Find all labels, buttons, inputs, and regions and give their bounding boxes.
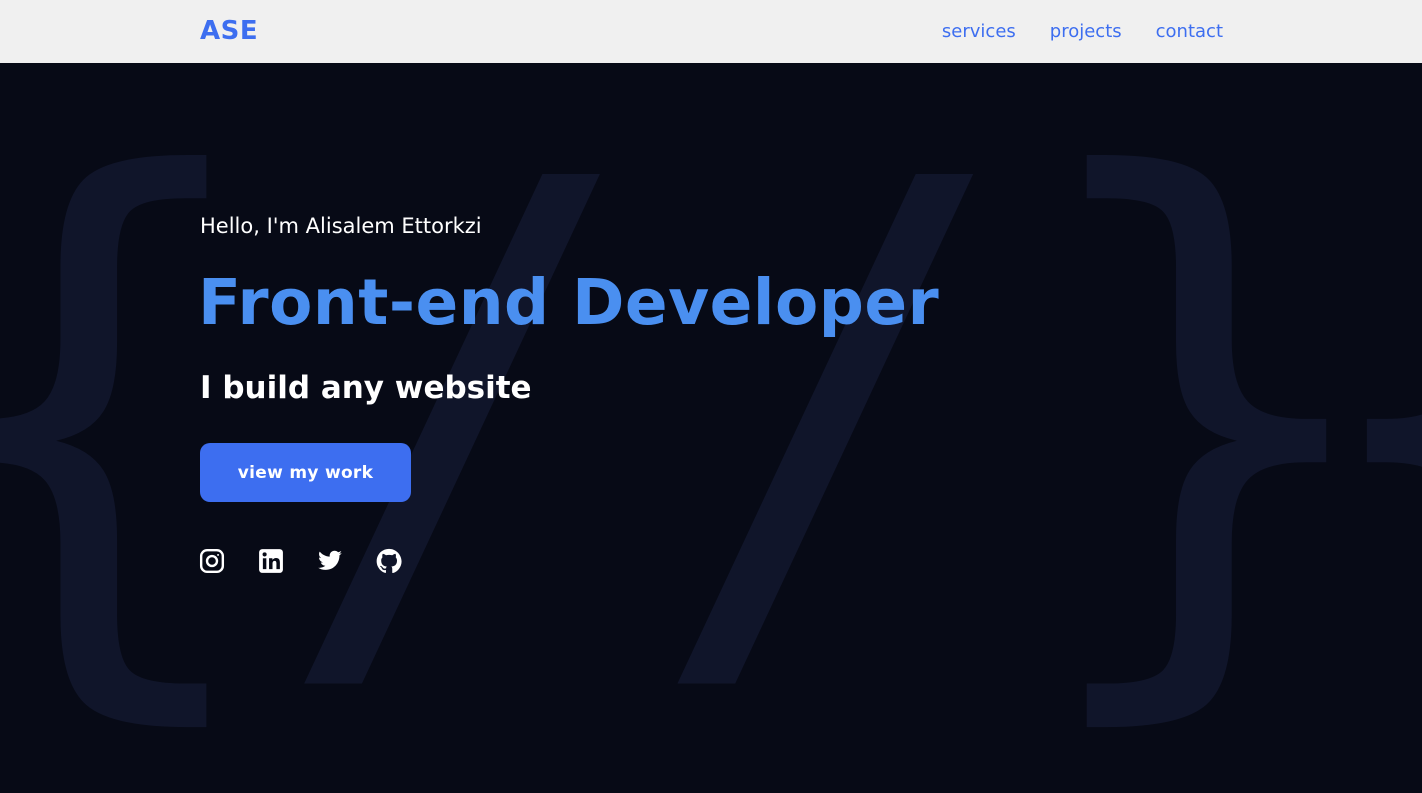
hero-subheadline: I build any website — [200, 370, 532, 406]
hero-headline: Front-end Developer — [198, 266, 940, 339]
github-icon[interactable] — [376, 548, 402, 574]
background-brace-glyph: { — [1300, 103, 1422, 723]
nav-link-contact[interactable]: contact — [1156, 19, 1223, 45]
nav-link-services[interactable]: services — [942, 19, 1016, 45]
social-links — [199, 548, 402, 574]
background-code-glyph: {//} — [0, 63, 1394, 773]
site-logo[interactable]: ASE — [200, 14, 258, 48]
linkedin-icon[interactable] — [258, 548, 284, 574]
instagram-icon[interactable] — [199, 548, 225, 574]
nav-links: services projects contact — [942, 19, 1223, 45]
navbar: ASE services projects contact — [0, 0, 1422, 63]
hero-greeting: Hello, I'm Alisalem Ettorkzi — [200, 214, 482, 238]
view-my-work-button[interactable]: view my work — [200, 443, 411, 502]
twitter-icon[interactable] — [317, 548, 343, 574]
hero-section: {//} { Hello, I'm Alisalem Ettorkzi Fron… — [0, 63, 1422, 793]
nav-link-projects[interactable]: projects — [1050, 19, 1122, 45]
